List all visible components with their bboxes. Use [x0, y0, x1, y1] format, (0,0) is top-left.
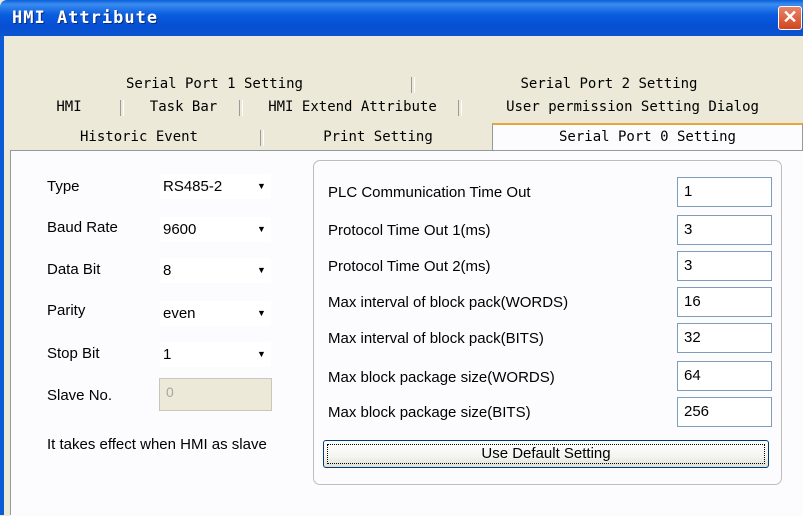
chevron-down-icon[interactable]: ▼ — [253, 302, 270, 325]
tab-label: Print Setting — [323, 129, 433, 145]
tab-label: Serial Port 0 Setting — [558, 129, 736, 145]
slave-no-field: 0 — [159, 378, 272, 411]
tab-historic-event[interactable]: Historic Event — [14, 127, 264, 149]
parity-select[interactable]: even ▼ — [159, 300, 272, 327]
data-bit-select[interactable]: 8 ▼ — [159, 257, 272, 284]
param-label: Max interval of block pack(WORDS) — [328, 294, 569, 311]
stop-bit-label: Stop Bit — [47, 345, 100, 362]
protocol-timeout-1-field[interactable]: 3 — [677, 215, 772, 245]
stop-bit-select[interactable]: 1 ▼ — [159, 341, 272, 368]
tab-serial-port-2[interactable]: Serial Port 2 Setting — [415, 74, 803, 96]
close-button[interactable]: ✕ — [778, 6, 802, 30]
param-label: Max block package size(WORDS) — [328, 369, 555, 386]
slave-note: It takes effect when HMI as slave — [47, 436, 267, 453]
baud-rate-value: 9600 — [163, 221, 197, 238]
param-label: Max interval of block pack(BITS) — [328, 330, 544, 347]
block-size-words-field[interactable]: 64 — [677, 361, 772, 391]
parity-value: even — [163, 305, 196, 322]
window-frame — [0, 36, 4, 515]
stop-bit-value: 1 — [163, 346, 172, 363]
type-value: RS485-2 — [163, 178, 223, 195]
type-select[interactable]: RS485-2 ▼ — [159, 173, 272, 200]
tab-label: HMI Extend Attribute — [268, 99, 437, 115]
close-icon: ✕ — [782, 7, 798, 27]
param-value: 3 — [684, 221, 693, 238]
tab-label: Task Bar — [149, 99, 218, 115]
slave-no-value: 0 — [166, 384, 174, 400]
tab-label: Serial Port 2 Setting — [520, 76, 698, 92]
parity-label: Parity — [47, 302, 86, 319]
window-title: HMI Attribute — [12, 8, 159, 28]
focus-rect — [327, 444, 765, 464]
chevron-down-icon[interactable]: ▼ — [253, 343, 270, 366]
chevron-down-icon[interactable]: ▼ — [253, 175, 270, 198]
tab-serial-port-0[interactable]: Serial Port 0 Setting — [492, 123, 803, 151]
param-label: Protocol Time Out 2(ms) — [328, 258, 491, 275]
data-bit-value: 8 — [163, 262, 172, 279]
tab-label: Serial Port 1 Setting — [125, 76, 303, 92]
baud-rate-select[interactable]: 9600 ▼ — [159, 216, 272, 243]
param-value: 3 — [684, 257, 693, 274]
protocol-timeout-2-field[interactable]: 3 — [677, 251, 772, 281]
param-value: 256 — [684, 403, 710, 420]
param-label: PLC Communication Time Out — [328, 184, 531, 201]
tab-label: HMI — [56, 99, 82, 115]
tab-label: User permission Setting Dialog — [506, 99, 759, 115]
slave-no-label: Slave No. — [47, 387, 113, 404]
baud-rate-label: Baud Rate — [47, 219, 118, 236]
block-interval-words-field[interactable]: 16 — [677, 287, 772, 317]
tab-serial-port-1[interactable]: Serial Port 1 Setting — [14, 74, 415, 96]
tab-print-setting[interactable]: Print Setting — [264, 127, 492, 149]
data-bit-label: Data Bit — [47, 261, 101, 278]
plc-timeout-field[interactable]: 1 — [677, 177, 772, 207]
param-label: Protocol Time Out 1(ms) — [328, 222, 491, 239]
block-size-bits-field[interactable]: 256 — [677, 397, 772, 427]
tab-label: Historic Event — [79, 129, 198, 145]
block-interval-bits-field[interactable]: 32 — [677, 323, 772, 353]
param-value: 16 — [684, 293, 701, 310]
tab-task-bar[interactable]: Task Bar — [124, 97, 243, 119]
tab-hmi[interactable]: HMI — [14, 97, 124, 119]
tab-hmi-extend-attribute[interactable]: HMI Extend Attribute — [243, 97, 462, 119]
title-bar[interactable]: HMI Attribute ✕ — [0, 0, 803, 36]
tab-user-permission[interactable]: User permission Setting Dialog — [462, 97, 803, 119]
param-value: 32 — [684, 329, 701, 346]
type-label: Type — [47, 178, 80, 195]
param-label: Max block package size(BITS) — [328, 404, 531, 421]
use-default-setting-button[interactable]: Use Default Setting — [323, 440, 769, 468]
chevron-down-icon[interactable]: ▼ — [253, 259, 270, 282]
chevron-down-icon[interactable]: ▼ — [253, 218, 270, 241]
panel-border — [10, 150, 11, 515]
param-value: 1 — [684, 183, 693, 200]
param-value: 64 — [684, 367, 701, 384]
